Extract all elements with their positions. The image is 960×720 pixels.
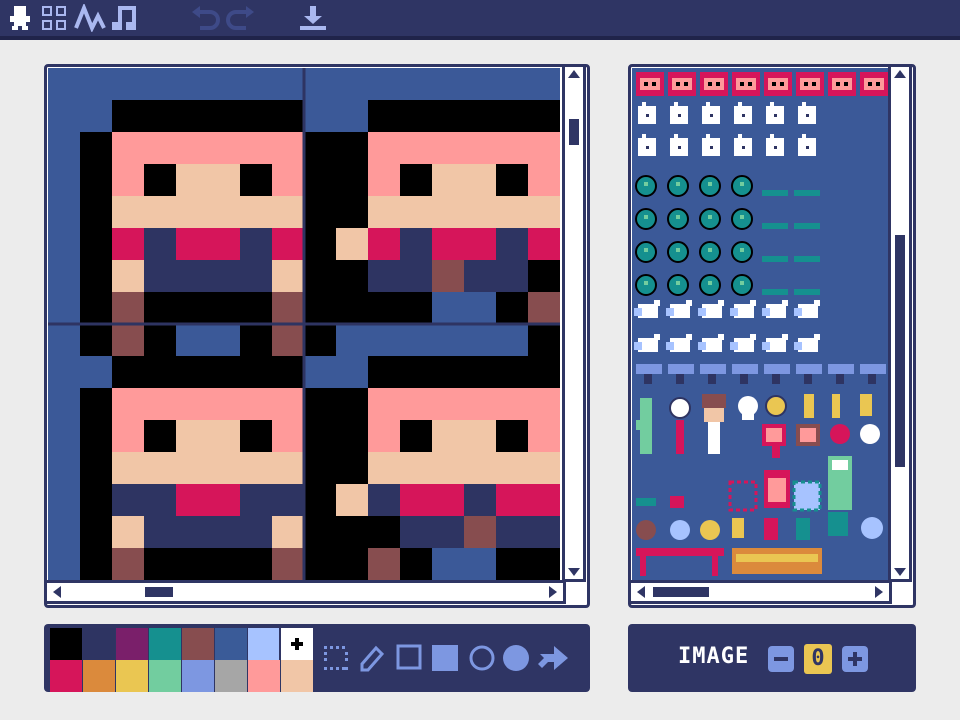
- image-label: IMAGE: [678, 644, 750, 669]
- palette-swatch[interactable]: [215, 628, 247, 660]
- scroll-right-arrow-icon[interactable]: [875, 586, 883, 598]
- palette-swatch[interactable]: [50, 660, 82, 692]
- scroll-down-arrow-icon[interactable]: [568, 568, 580, 576]
- palette-swatch[interactable]: [215, 660, 247, 692]
- select-icon[interactable]: [324, 646, 348, 670]
- image-bank-panel: IMAGE 0: [628, 624, 916, 692]
- undo-icon[interactable]: [190, 4, 220, 32]
- scroll-up-arrow-icon[interactable]: [894, 70, 906, 78]
- waveform-icon[interactable]: [74, 2, 106, 33]
- scroll-left-arrow-icon[interactable]: [53, 586, 61, 598]
- palette-swatch[interactable]: [281, 660, 313, 692]
- sprite-canvas[interactable]: [48, 68, 560, 580]
- palette-swatch[interactable]: [83, 628, 115, 660]
- palette-swatch[interactable]: [182, 660, 214, 692]
- image-index-value: 0: [811, 646, 825, 671]
- palette-swatch[interactable]: [83, 660, 115, 692]
- drawing-tools: [318, 636, 580, 680]
- image-decrement-button[interactable]: [768, 646, 794, 672]
- vertical-scroll-thumb[interactable]: [569, 119, 579, 145]
- palette-swatch[interactable]: [116, 660, 148, 692]
- palette-swatch[interactable]: [248, 628, 280, 660]
- spritesheet-vertical-scrollbar[interactable]: [888, 64, 912, 582]
- music-note-icon[interactable]: [110, 4, 140, 32]
- image-increment-button[interactable]: [842, 646, 868, 672]
- palette-swatch[interactable]: [50, 628, 82, 660]
- spritesheet-horizontal-scrollbar[interactable]: [628, 580, 892, 604]
- scroll-right-arrow-icon[interactable]: [549, 586, 557, 598]
- canvas-vertical-scrollbar[interactable]: [562, 64, 586, 582]
- minus-icon: [774, 657, 788, 661]
- top-toolbar: [0, 0, 960, 40]
- download-icon[interactable]: [298, 4, 328, 32]
- horizontal-scroll-thumb[interactable]: [653, 587, 709, 597]
- horizontal-scroll-thumb[interactable]: [145, 587, 173, 597]
- rectangle-outline-icon[interactable]: [396, 644, 422, 670]
- palette-swatch[interactable]: [248, 660, 280, 692]
- circle-outline-icon[interactable]: [469, 645, 495, 671]
- scroll-left-arrow-icon[interactable]: [637, 586, 645, 598]
- circle-filled-icon[interactable]: [503, 645, 529, 671]
- palette-swatch[interactable]: [149, 628, 181, 660]
- scroll-down-arrow-icon[interactable]: [894, 568, 906, 576]
- palette-swatch[interactable]: [182, 628, 214, 660]
- palette-swatch[interactable]: [279, 626, 315, 662]
- scroll-up-arrow-icon[interactable]: [568, 70, 580, 78]
- image-index-field[interactable]: 0: [804, 644, 832, 674]
- fill-bucket-icon[interactable]: [538, 646, 568, 670]
- person-icon[interactable]: [6, 4, 34, 32]
- pencil-icon[interactable]: [360, 645, 385, 672]
- canvas-horizontal-scrollbar[interactable]: [44, 580, 566, 604]
- palette-swatch[interactable]: [149, 660, 181, 692]
- palette-swatches: [46, 626, 315, 692]
- spritesheet[interactable]: [632, 68, 888, 580]
- grid-icon[interactable]: [40, 4, 68, 32]
- rectangle-filled-icon[interactable]: [432, 645, 458, 671]
- vertical-scroll-thumb[interactable]: [895, 235, 905, 467]
- palette-swatch[interactable]: [116, 628, 148, 660]
- redo-icon[interactable]: [226, 4, 256, 32]
